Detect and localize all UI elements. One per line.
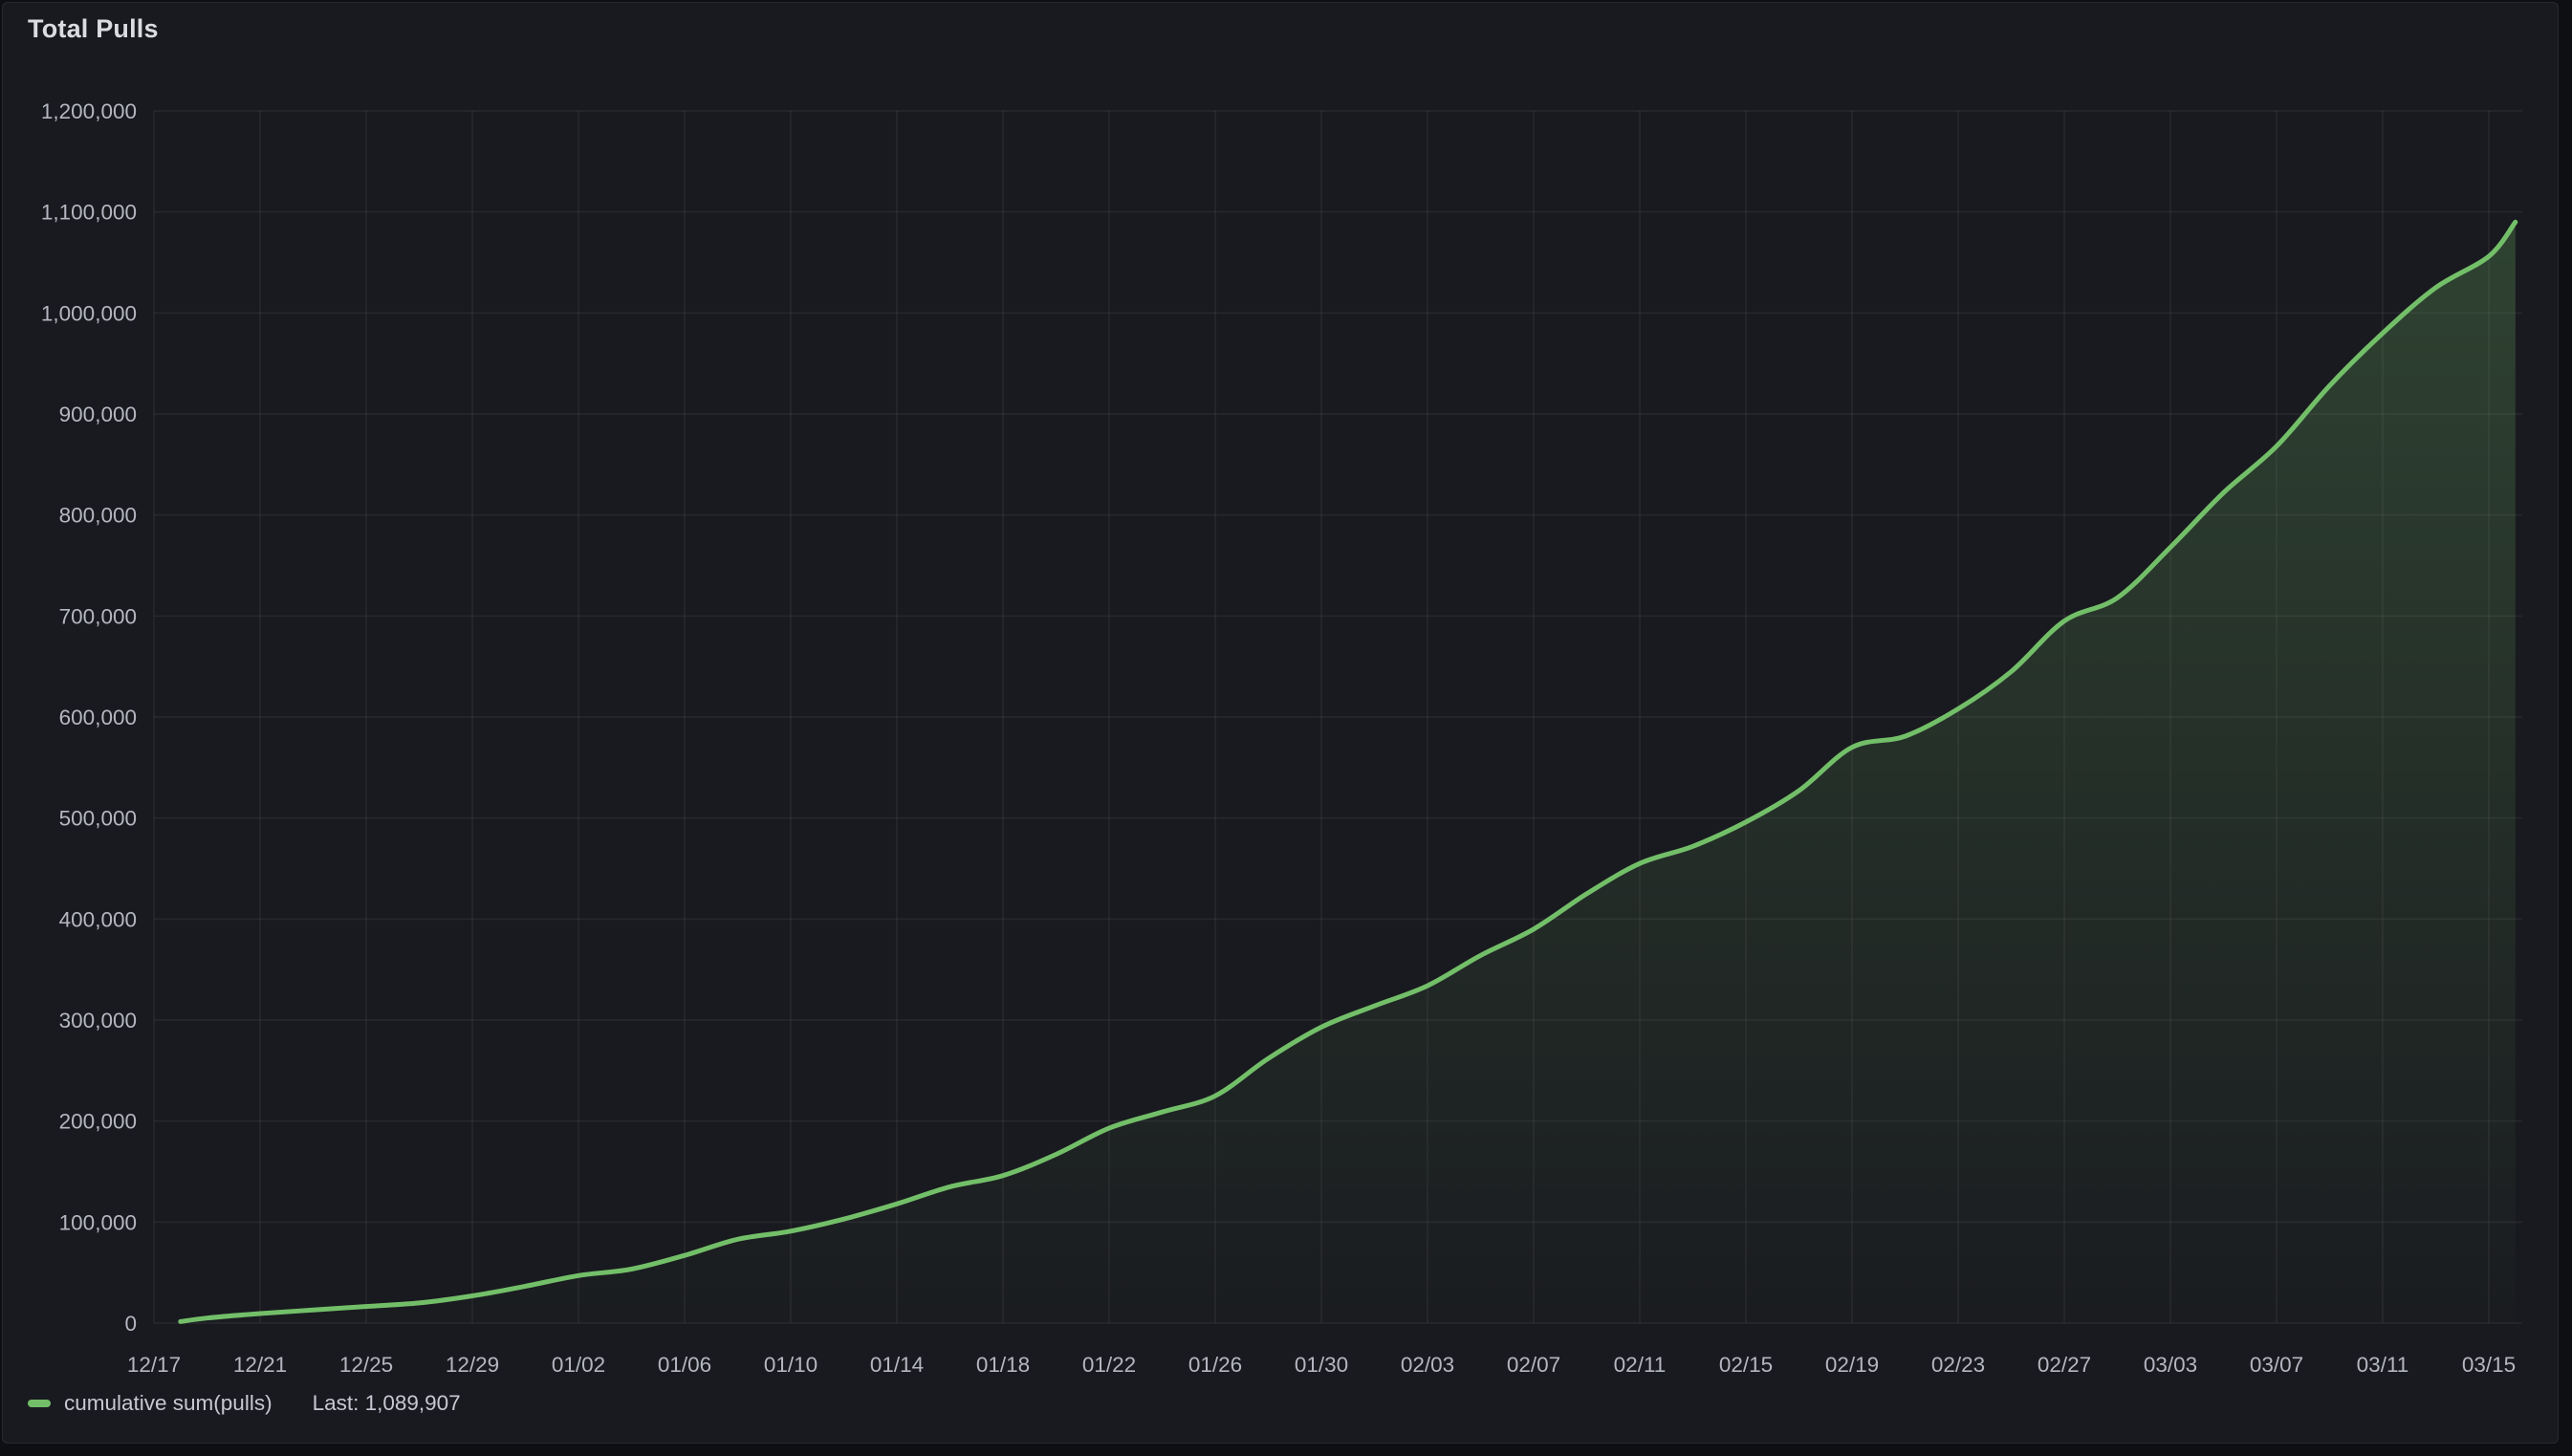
x-tick-label: 01/30: [1295, 1353, 1348, 1377]
x-tick-label: 02/11: [1614, 1353, 1667, 1377]
x-tick-label: 03/11: [2357, 1353, 2409, 1377]
y-tick-label: 1,100,000: [41, 201, 137, 225]
legend: cumulative sum(pulls) Last: 1,089,907: [28, 1387, 461, 1420]
x-tick-label: 01/10: [764, 1353, 817, 1377]
x-tick-label: 02/03: [1401, 1353, 1454, 1377]
y-tick-label: 400,000: [59, 907, 137, 931]
y-tick-label: 300,000: [59, 1009, 137, 1032]
x-tick-label: 03/07: [2250, 1353, 2303, 1377]
x-tick-label: 01/06: [658, 1353, 711, 1377]
x-tick-label: 03/15: [2462, 1353, 2516, 1377]
x-tick-label: 12/17: [127, 1353, 181, 1377]
y-tick-label: 800,000: [59, 504, 137, 528]
x-tick-label: 01/22: [1082, 1353, 1136, 1377]
x-tick-label: 01/02: [552, 1353, 605, 1377]
y-tick-label: 0: [124, 1312, 137, 1336]
x-tick-label: 02/07: [1507, 1353, 1560, 1377]
time-series-chart[interactable]: 0 100,000 200,000 300,000 400,000 500,000 600,…: [3, 3, 2572, 1456]
x-tick-label: 01/14: [870, 1353, 924, 1377]
y-tick-label: 700,000: [59, 604, 137, 628]
x-tick-label: 03/03: [2144, 1353, 2197, 1377]
y-tick-label: 500,000: [59, 807, 137, 831]
y-tick-label: 600,000: [59, 706, 137, 729]
panel-total-pulls: Total Pulls 0100,000200,000300,000400,00…: [2, 2, 2559, 1444]
x-tick-label: 12/25: [339, 1353, 393, 1377]
x-tick-label: 02/19: [1825, 1353, 1879, 1377]
y-tick-label: 200,000: [59, 1110, 137, 1134]
y-tick-label: 1,200,000: [41, 99, 137, 123]
y-tick-label: 900,000: [59, 402, 137, 426]
y-tick-label: 1,000,000: [41, 301, 137, 325]
legend-last-value: Last: 1,089,907: [313, 1391, 461, 1416]
x-tick-label: 12/29: [446, 1353, 499, 1377]
x-tick-label: 01/26: [1188, 1353, 1242, 1377]
y-tick-label: 100,000: [59, 1210, 137, 1234]
x-tick-label: 02/23: [1931, 1353, 1985, 1377]
x-tick-label: 12/21: [233, 1353, 287, 1377]
y-axis-labels: 0 100,000 200,000 300,000 400,000 500,000 600,…: [41, 99, 137, 1336]
legend-series-label[interactable]: cumulative sum(pulls): [64, 1391, 272, 1416]
x-axis-labels: 12/17 12/21 12/25 12/29 01/02 01/06 01/10 01/14…: [127, 1353, 2516, 1377]
x-tick-label: 01/18: [976, 1353, 1030, 1377]
area-fill: [181, 222, 2516, 1323]
legend-series-marker-icon[interactable]: [28, 1400, 51, 1407]
x-tick-label: 02/27: [2038, 1353, 2091, 1377]
x-tick-label: 02/15: [1719, 1353, 1773, 1377]
